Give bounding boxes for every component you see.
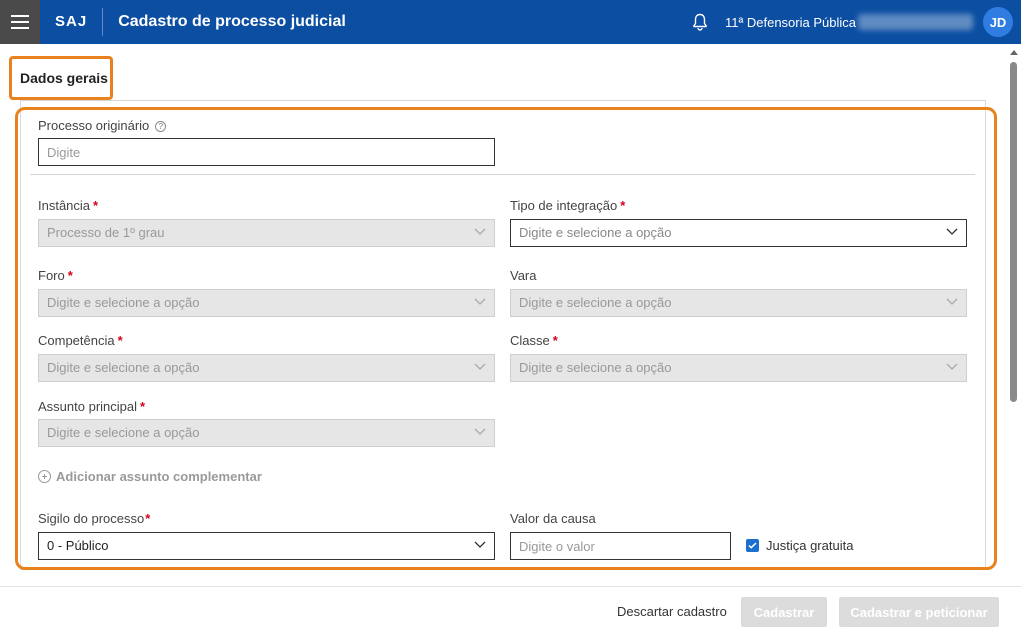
- competencia-label-text: Competência: [38, 333, 115, 348]
- chevron-down-icon: [946, 298, 958, 305]
- sigilo-label-text: Sigilo do processo: [38, 511, 145, 526]
- redacted-text: [858, 14, 973, 30]
- required-marker: *: [620, 198, 626, 213]
- hamburger-icon: [11, 15, 29, 29]
- avatar[interactable]: JD: [983, 7, 1013, 37]
- processo-originario-label-text: Processo originário: [38, 118, 150, 133]
- valor-causa-input[interactable]: [510, 532, 731, 560]
- instancia-select[interactable]: Processo de 1º grau: [38, 219, 495, 247]
- foro-label: Foro *: [38, 268, 73, 283]
- top-bar: SAJ Cadastro de processo judicial 11ª De…: [0, 0, 1021, 44]
- competencia-placeholder: Digite e selecione a opção: [47, 360, 200, 375]
- assunto-principal-select[interactable]: Digite e selecione a opção: [38, 419, 495, 447]
- plus-circle-icon: [38, 470, 51, 483]
- assunto-principal-placeholder: Digite e selecione a opção: [47, 425, 200, 440]
- help-icon[interactable]: ?: [155, 121, 167, 132]
- vara-label-text: Vara: [510, 268, 537, 283]
- vara-label: Vara: [510, 268, 537, 283]
- tipo-integracao-label-text: Tipo de integração: [510, 198, 618, 213]
- section-title: Dados gerais: [20, 70, 108, 86]
- check-icon: [746, 539, 759, 552]
- assunto-principal-label: Assunto principal *: [38, 399, 145, 414]
- processo-originario-input[interactable]: [38, 138, 495, 166]
- required-marker: *: [117, 333, 123, 348]
- chevron-down-icon: [474, 428, 486, 435]
- sigilo-label: Sigilo do processo*: [38, 511, 150, 526]
- app-logo[interactable]: SAJ: [55, 8, 104, 36]
- form-card: [20, 100, 986, 570]
- required-marker: *: [552, 333, 558, 348]
- classe-select[interactable]: Digite e selecione a opção: [510, 354, 967, 382]
- required-marker: *: [67, 268, 73, 283]
- assunto-principal-label-text: Assunto principal: [38, 399, 137, 414]
- processo-originario-label: Processo originário?: [38, 118, 167, 133]
- chevron-down-icon: [946, 363, 958, 370]
- menu-button[interactable]: [0, 0, 40, 44]
- sigilo-value: 0 - Público: [47, 538, 109, 553]
- instancia-value: Processo de 1º grau: [47, 225, 165, 240]
- required-marker: *: [145, 511, 151, 526]
- valor-causa-label-text: Valor da causa: [510, 511, 596, 526]
- competencia-select[interactable]: Digite e selecione a opção: [38, 354, 495, 382]
- justica-gratuita-checkbox[interactable]: Justiça gratuita: [746, 538, 853, 553]
- bell-icon: [693, 13, 707, 31]
- discard-button[interactable]: Descartar cadastro: [617, 604, 727, 619]
- classe-label-text: Classe: [510, 333, 550, 348]
- chevron-down-icon: [474, 228, 486, 235]
- scrollbar[interactable]: [1007, 44, 1021, 586]
- vara-placeholder: Digite e selecione a opção: [519, 295, 672, 310]
- unit-name[interactable]: 11ª Defensoria Pública: [725, 15, 856, 30]
- add-assunto-complementar-button[interactable]: Adicionar assunto complementar: [38, 469, 262, 484]
- tipo-integracao-placeholder: Digite e selecione a opção: [519, 225, 672, 240]
- vara-select[interactable]: Digite e selecione a opção: [510, 289, 967, 317]
- section-divider: [20, 100, 986, 101]
- scroll-thumb[interactable]: [1010, 62, 1017, 402]
- classe-placeholder: Digite e selecione a opção: [519, 360, 672, 375]
- add-assunto-label: Adicionar assunto complementar: [56, 469, 262, 484]
- justica-gratuita-label: Justiça gratuita: [766, 538, 854, 553]
- sigilo-select[interactable]: 0 - Público: [38, 532, 495, 560]
- footer-bar: Descartar cadastro Cadastrar Cadastrar e…: [0, 586, 1021, 630]
- instancia-label-text: Instância: [38, 198, 91, 213]
- foro-select[interactable]: Digite e selecione a opção: [38, 289, 495, 317]
- chevron-down-icon: [946, 228, 958, 235]
- required-marker: *: [93, 198, 99, 213]
- page-title: Cadastro de processo judicial: [118, 13, 346, 30]
- form-divider: [30, 174, 975, 175]
- chevron-down-icon: [474, 363, 486, 370]
- submit-and-petition-button[interactable]: Cadastrar e peticionar: [839, 597, 999, 627]
- required-marker: *: [140, 399, 146, 414]
- notifications-button[interactable]: [688, 10, 712, 34]
- tipo-integracao-label: Tipo de integração *: [510, 198, 625, 213]
- submit-button[interactable]: Cadastrar: [741, 597, 827, 627]
- competencia-label: Competência *: [38, 333, 123, 348]
- scroll-up-icon[interactable]: [1010, 50, 1018, 55]
- tipo-integracao-select[interactable]: Digite e selecione a opção: [510, 219, 967, 247]
- chevron-down-icon: [474, 298, 486, 305]
- classe-label: Classe *: [510, 333, 558, 348]
- foro-label-text: Foro: [38, 268, 65, 283]
- instancia-label: Instância *: [38, 198, 98, 213]
- valor-causa-label: Valor da causa: [510, 511, 596, 526]
- foro-placeholder: Digite e selecione a opção: [47, 295, 200, 310]
- chevron-down-icon: [474, 541, 486, 548]
